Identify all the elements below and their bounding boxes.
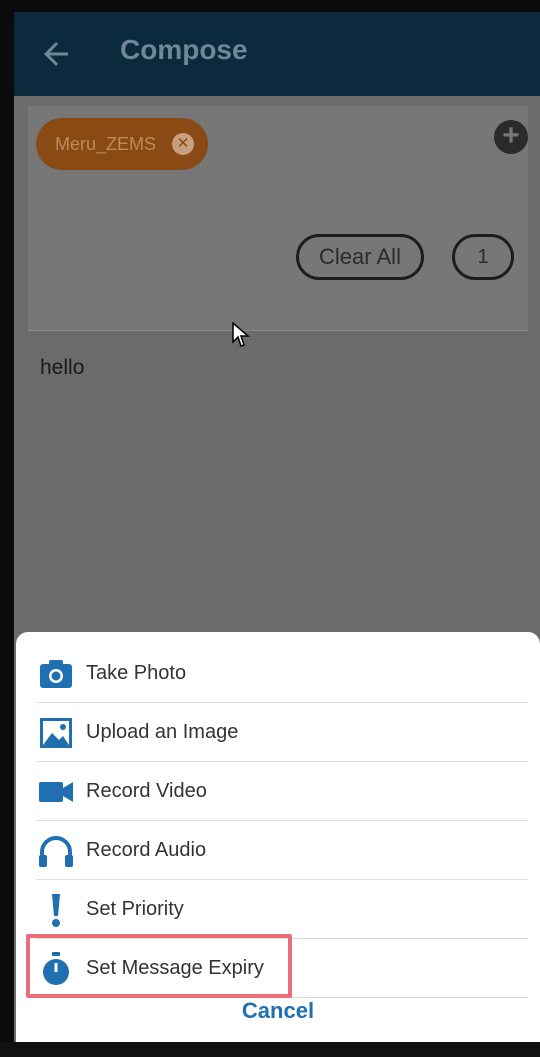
image-icon <box>40 718 72 748</box>
menu-item-label: Upload an Image <box>86 721 239 743</box>
menu-item-label: Record Audio <box>86 839 207 861</box>
stopwatch-icon <box>43 952 69 985</box>
menu-item-upload-image[interactable]: Upload an Image <box>36 703 528 762</box>
camera-icon <box>40 660 72 688</box>
menu-item-label: Take Photo <box>86 662 187 684</box>
app-bar: Compose <box>14 12 540 96</box>
headphones-icon <box>39 836 73 867</box>
clear-all-button[interactable]: Clear All <box>296 234 424 280</box>
mouse-pointer-icon <box>232 322 250 347</box>
remove-recipient-icon[interactable]: ✕ <box>172 133 194 155</box>
menu-item-set-priority[interactable]: Set Priority <box>36 880 528 939</box>
exclamation-icon <box>52 894 60 927</box>
video-camera-icon <box>39 782 73 802</box>
recipient-chip[interactable]: Meru_ZEMS ✕ <box>36 118 208 170</box>
menu-item-label: Set Priority <box>86 898 184 920</box>
message-body[interactable]: hello <box>28 332 528 652</box>
menu-item-take-photo[interactable]: Take Photo <box>36 644 528 703</box>
message-text: hello <box>40 356 85 379</box>
page-title: Compose <box>120 34 248 65</box>
recipient-chip-label: Meru_ZEMS <box>55 134 157 154</box>
add-recipient-button[interactable]: + <box>494 120 528 154</box>
bottom-edge <box>0 1042 540 1057</box>
recipient-count-badge[interactable]: 1 <box>452 234 514 280</box>
recipients-panel: Meru_ZEMS ✕ + Clear All 1 <box>28 106 528 331</box>
menu-item-label: Set Message Expiry <box>86 957 264 979</box>
cancel-button[interactable]: Cancel <box>16 998 540 1024</box>
back-arrow-icon[interactable] <box>38 36 74 72</box>
menu-item-set-message-expiry[interactable]: Set Message Expiry <box>36 939 528 998</box>
app-frame: Compose Meru_ZEMS ✕ + Clear All 1 hello … <box>14 12 540 1042</box>
attachment-options-sheet: Take Photo Upload an Image Record Video <box>16 632 540 1042</box>
menu-item-record-video[interactable]: Record Video <box>36 762 528 821</box>
menu-item-label: Record Video <box>86 780 207 802</box>
menu-item-record-audio[interactable]: Record Audio <box>36 821 528 880</box>
